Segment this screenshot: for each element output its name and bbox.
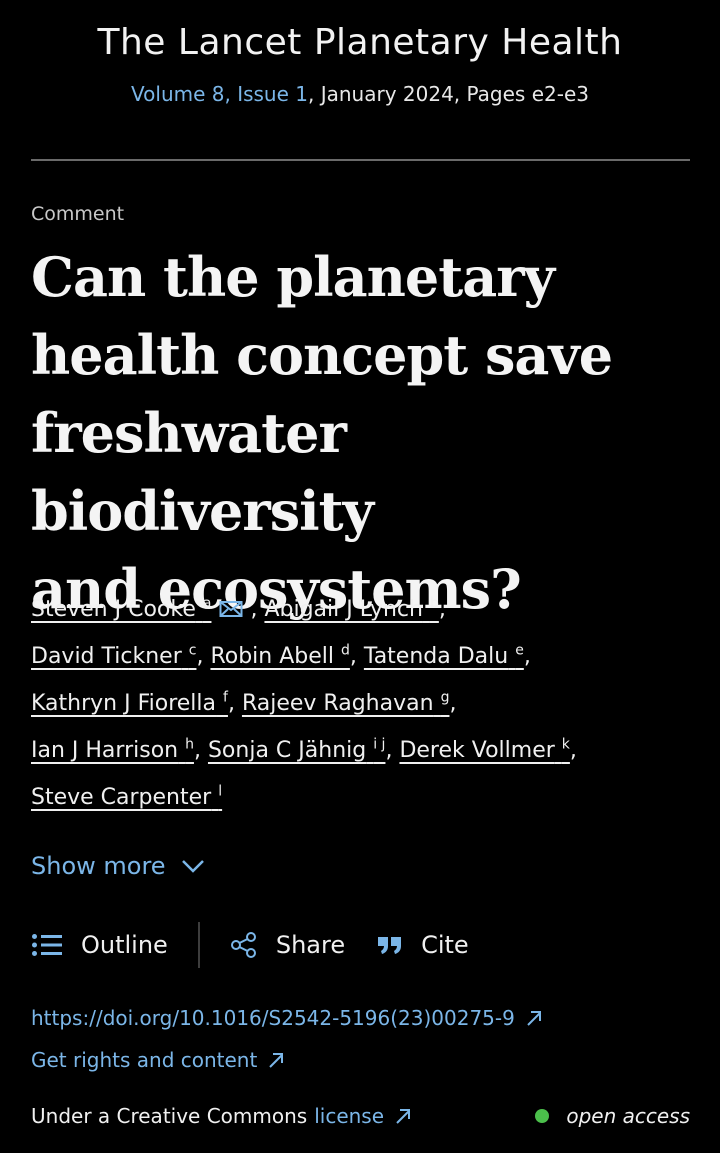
author-name: Ian J Harrison [31,738,179,763]
issue-link[interactable]: Volume 8, Issue 1 [131,82,308,106]
author-link[interactable]: Steve Carpenter l [31,785,222,810]
author-link[interactable]: Ian J Harrison h [31,738,194,763]
doi-link[interactable]: https://doi.org/10.1016/S2542-5196(23)00… [31,1006,543,1030]
affiliation-sup: f [223,689,228,706]
author-name: Robin Abell [210,644,334,669]
quote-icon [378,937,402,954]
affiliation-sup: l [218,783,223,800]
author-name: Steven J Cooke [31,597,196,622]
issue-info: Volume 8, Issue 1, January 2024, Pages e… [0,82,720,106]
author-link[interactable]: Tatenda Dalu e [364,644,524,669]
affiliation-sup: d [341,642,350,659]
author-name: Kathryn J Fiorella [31,691,217,716]
show-more-label: Show more [31,852,166,880]
journal-title[interactable]: The Lancet Planetary Health [0,22,720,63]
license-link[interactable]: license [314,1104,384,1128]
rights-text: Get rights and content [31,1048,258,1072]
author-link[interactable]: Robin Abell d [210,644,349,669]
outline-label: Outline [81,931,168,959]
author-link[interactable]: Abigail J Lynch b [264,597,438,622]
open-access-label: open access [566,1104,690,1128]
arrow-up-right-icon [527,1011,541,1026]
affiliation-sup: k [561,736,570,753]
arrow-up-right-icon [269,1053,284,1068]
show-more-button[interactable]: Show more [31,852,206,880]
license-line: Under a Creative Commons license [31,1104,412,1128]
title-line: health concept save [31,323,613,387]
author-link[interactable]: David Tickner c [31,644,196,669]
outline-button[interactable]: Outline [31,931,168,959]
author-link[interactable]: Steven J Cooke a [31,597,211,622]
envelope-icon[interactable] [219,600,243,618]
share-label: Share [275,931,346,959]
list-icon [32,934,62,956]
header-divider [31,159,690,161]
affiliation-sup: g [440,689,450,706]
author-name: David Tickner [31,644,182,669]
action-bar: Outline Share Cite [31,922,691,968]
article-type: Comment [31,203,125,225]
author-list: Steven J Cooke a , Abigail J Lynch b, Da… [31,595,577,810]
author-name: Rajeev Raghavan [241,691,434,716]
doi-text: https://doi.org/10.1016/S2542-5196(23)00… [31,1006,515,1030]
author-link[interactable]: Kathryn J Fiorella f [31,691,228,716]
author-link[interactable]: Sonja C Jähnig i j [208,738,385,763]
chevron-down-icon [181,860,204,873]
license-prefix: Under a Creative Commons [31,1104,308,1128]
author-name: Steve Carpenter [31,785,212,810]
author-name: Abigail J Lynch [264,597,423,622]
open-access-badge: open access [535,1104,690,1128]
author-name: Sonja C Jähnig [207,738,367,763]
cite-label: Cite [421,931,469,959]
author-name: Tatenda Dalu [363,644,509,669]
title-line: freshwater biodiversity [31,401,374,543]
article-title: Can the planetary health concept save fr… [31,238,701,628]
title-line: Can the planetary [31,245,555,309]
arrow-up-right-icon [396,1109,411,1124]
affiliation-sup: b [429,595,439,612]
issue-date-pages: , January 2024, Pages e2-e3 [308,82,589,106]
rights-link[interactable]: Get rights and content [31,1048,285,1072]
open-access-dot-icon [535,1109,550,1123]
affiliation-sup: h [185,736,194,753]
share-icon [230,932,256,958]
affiliation-sup: c [188,642,197,659]
author-name: Derek Vollmer [399,738,555,763]
author-link[interactable]: Derek Vollmer k [399,738,569,763]
affiliation-sup: a [202,595,212,612]
action-divider [197,922,200,968]
cite-button[interactable]: Cite [377,931,469,959]
affiliation-sup: e [515,642,524,659]
affiliation-sup: i j [373,736,386,753]
author-link[interactable]: Rajeev Raghavan g [242,691,450,716]
share-button[interactable]: Share [230,931,345,959]
